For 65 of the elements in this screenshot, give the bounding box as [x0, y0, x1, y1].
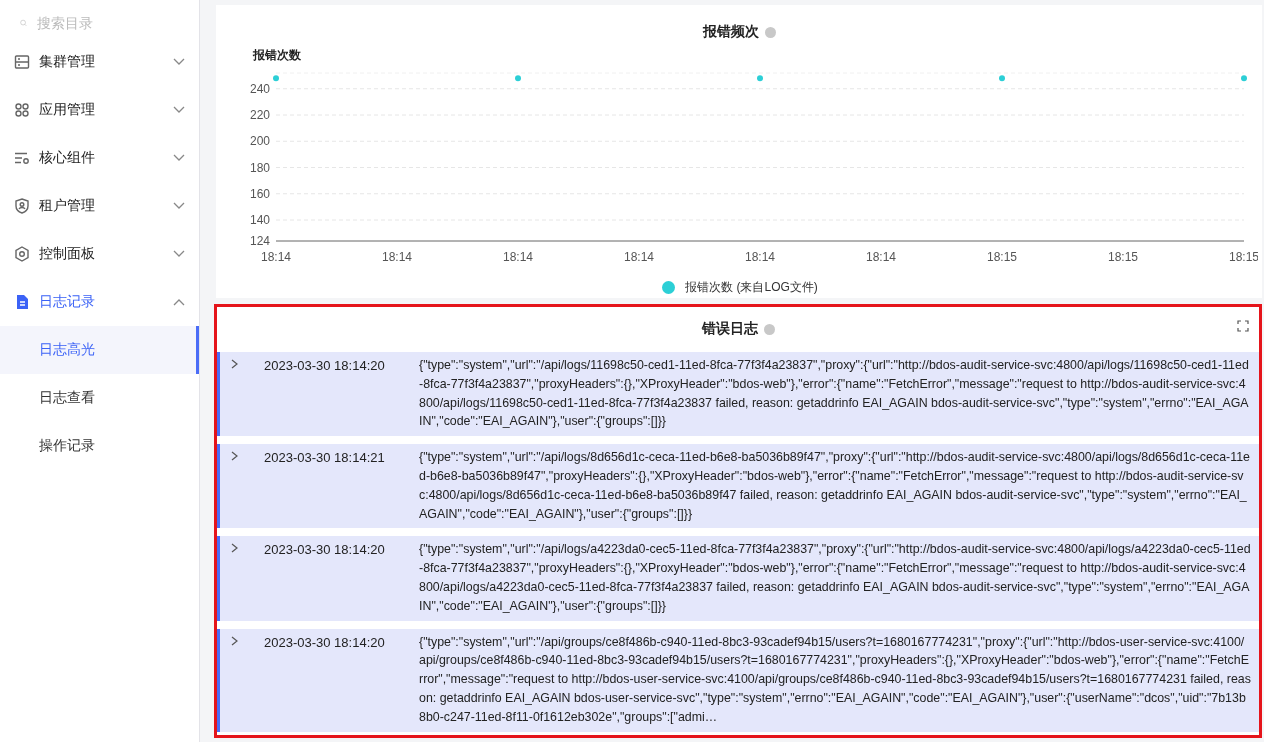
nav-subitem[interactable]: 操作记录	[0, 422, 199, 470]
chevron-icon[interactable]	[230, 635, 238, 646]
y-tick-label: 220	[249, 108, 270, 122]
chevron-icon[interactable]	[230, 359, 238, 369]
chevron-icon[interactable]	[230, 543, 238, 554]
x-tick-label: 18:14	[261, 250, 291, 264]
chevron-icon	[173, 298, 185, 306]
card-title: 错误日志	[701, 320, 758, 338]
log-time: 2023-03-30 18:14:20	[264, 541, 386, 560]
y-tick-label: 140	[249, 213, 270, 227]
data-point	[515, 75, 521, 82]
y-tick-label: 124	[249, 234, 270, 248]
x-tick-label: 18:14	[624, 250, 654, 264]
chevron-icon	[173, 202, 185, 210]
log-message: {"type":"system","url":"/api/logs/a4223da0-cec5-11ed-8fca-77f3f4a23837","proxy":{"url":"http://bdos-audit-service-svc:4800/api/logs/a4223da0-cec5-11ed-8fca-77f3f4a23837","proxyHeaders":{},"XProxyHeader":"bdos-web"},"error":{"name":"FetchError","message":"request to http://bdos-audit-service-svc:4800/api/logs/a4223da0-cec5-11ed-8fca-77f3f4a23837 failed, reason: getaddrinfo EAI_AGAIN bdos-audit-service-svc","type":"system","errno":"EAI_AGAIN","code":"EAI_AGAIN"},"user":{"groups":[]}}	[419, 541, 1251, 615]
data-point	[999, 75, 1005, 82]
nav-subitem[interactable]: 日志高光	[0, 326, 199, 374]
log-time: 2023-03-30 18:14:21	[264, 449, 386, 468]
nav-subitem[interactable]: 日志查看	[0, 374, 199, 422]
x-tick-label: 18:14	[745, 250, 775, 264]
x-tick-label: 18:14	[382, 250, 412, 264]
y-tick-label: 180	[249, 160, 270, 175]
sliders-icon	[14, 150, 30, 166]
document-icon	[14, 294, 30, 310]
data-point	[757, 75, 763, 82]
gear-icon	[14, 246, 30, 262]
y-axis-label: 报错次数	[253, 48, 301, 62]
data-point	[1241, 75, 1247, 82]
log-row[interactable]	[217, 444, 1259, 529]
log-message: {"type":"system","url":"/api/logs/8d656d1c-ceca-11ed-b6e8-ba5036b89f47","proxy":{"url":"http://bdos-audit-service-svc:4800/api/logs/8d656d1c-ceca-11ed-b6e8-ba5036b89f47","proxyHeaders":{},"XProxyHeader":"bdos-web"},"error":{"name":"FetchError","message":"request to http://bdos-audit-service-svc:4800/api/logs/8d656d1c-ceca-11ed-b6e8-ba5036b89f47 failed, reason: getaddrinfo EAI_AGAIN bdos-audit-service-svc","type":"system","errno":"EAI_AGAIN","code":"EAI_AGAIN"},"user":{"groups":[]}}	[419, 449, 1251, 523]
log-time: 2023-03-30 18:14:20	[264, 357, 386, 375]
shield-user-icon	[14, 198, 30, 214]
nav-item[interactable]: 应用管理	[0, 86, 199, 134]
x-tick-label: 18:15	[1229, 250, 1258, 264]
log-message: {"type":"system","url":"/api/groups/ce8f486b-c940-11ed-8bc3-93cadef94b15/users?t=1680167774231","proxy":{"url":"http://bdos-user-service-svc:4100/api/groups/ce8f486b-c940-11ed-8bc3-93cadef94b15/users?t=1680167774231","proxyHeaders":{},"XProxyHeader":"bdos-web"},"error":{"name":"FetchError","message":"request to http://bdos-user-service-svc:4100/api/groups/ce8f486b-c940-11ed-8bc3-93cadef94b15/users?t=1680167774231 failed, reason: getaddrinfo EAI_AGAIN bdos-user-service-svc","type":"system","errno":"EAI_AGAIN","code":"EAI_AGAIN"},"user":{"userName":"dcos","uid":"7b13b8b0-c247-11ed-8f11-0f1612eb302e","groups":["admi…	[419, 633, 1251, 726]
chevron-icon	[173, 106, 185, 114]
chevron-icon	[173, 250, 185, 258]
nav-item[interactable]: 租户管理	[0, 182, 199, 230]
x-tick-label: 18:14	[503, 250, 533, 264]
x-tick-label: 18:14	[866, 250, 896, 264]
nav-item[interactable]: 控制面板	[0, 230, 199, 278]
chevron-icon	[173, 154, 185, 162]
log-time: 2023-03-30 18:14:20	[264, 633, 386, 652]
x-tick-label: 18:15	[1108, 250, 1138, 264]
y-tick-label: 240	[249, 81, 270, 96]
nav-item[interactable]: 日志记录	[0, 278, 199, 326]
chevron-icon[interactable]	[230, 451, 238, 462]
grid-icon	[14, 102, 30, 118]
nav-item[interactable]: 集群管理	[0, 38, 199, 86]
x-tick-label: 18:15	[987, 250, 1017, 264]
legend-label: 报错次数 (来自LOG文件)	[685, 279, 818, 296]
y-tick-label: 160	[249, 186, 270, 201]
log-row[interactable]	[217, 536, 1259, 621]
chevron-icon	[173, 58, 185, 66]
log-row[interactable]	[217, 628, 1259, 732]
nav-item[interactable]: 核心组件	[0, 134, 199, 182]
data-point	[273, 75, 279, 82]
log-row[interactable]	[217, 352, 1259, 437]
info-icon	[763, 323, 775, 335]
server-icon	[14, 54, 30, 70]
log-message: {"type":"system","url":"/api/logs/11698c50-ced1-11ed-8fca-77f3f4a23837","proxy":{"url":"http://bdos-audit-service-svc:4800/api/logs/11698c50-ced1-11ed-8fca-77f3f4a23837","proxyHeaders":{},"XProxyHeader":"bdos-web"},"error":{"name":"FetchError","message":"request to http://bdos-audit-service-svc:4800/api/logs/11698c50-ced1-11ed-8fca-77f3f4a23837 failed, reason: getaddrinfo EAI_AGAIN bdos-audit-service-svc","type":"system","errno":"EAI_AGAIN","code":"EAI_AGAIN"},"user":{"groups":[]}}	[419, 357, 1250, 431]
card-title: 报错频次	[702, 23, 759, 41]
info-icon	[764, 26, 776, 38]
y-tick-label: 200	[249, 134, 270, 149]
fullscreen-icon[interactable]	[1237, 320, 1249, 332]
